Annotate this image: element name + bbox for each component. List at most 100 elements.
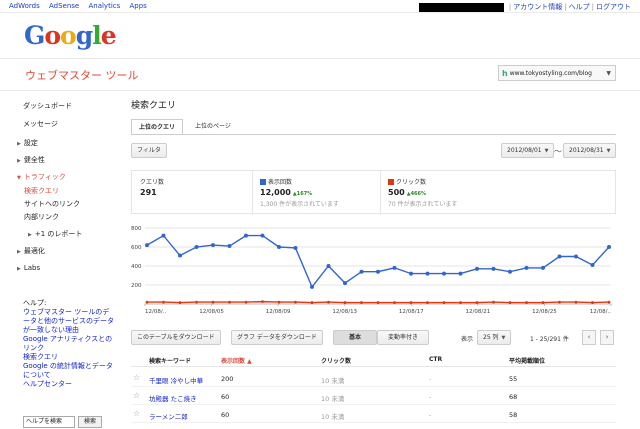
traffic-chart[interactable]: 800 600 400 200 12/08/.. 12/08/05 12/08/09 12/0… [131, 222, 616, 318]
app-title[interactable]: ウェブマスター ツール [25, 67, 139, 83]
apps-link[interactable]: Apps [130, 2, 147, 10]
stat-impressions-value: 12,000 [260, 188, 291, 197]
help-link-search-queries[interactable]: 検索クエリ [23, 353, 115, 362]
data-point-impressions [227, 244, 232, 249]
help-search-input[interactable]: ヘルプを検索 [23, 416, 75, 428]
impressions-note: 1,300 件が表示されています [260, 201, 339, 208]
position-cell: 58 [509, 411, 518, 419]
clicks-note: 70 件が表示されています [388, 201, 458, 208]
next-page-button[interactable]: › [600, 330, 614, 345]
view-basic-button[interactable]: 基本 [333, 330, 377, 345]
help-link-statistics[interactable]: Google の統計情報とデータについて [23, 362, 115, 380]
view-change-button[interactable]: 変動率付き [377, 330, 429, 345]
keyword-link[interactable]: ラーメン二郎 [149, 411, 188, 421]
data-point-impressions [557, 254, 562, 259]
tab-top-queries[interactable]: 上位のクエリ [131, 119, 184, 135]
data-point-clicks [162, 300, 165, 304]
keyword-link[interactable]: 千里眼 冷やし中華 [149, 375, 203, 385]
table-row: ☆ ラーメン二郎 60 10 未満 - 58 [131, 406, 616, 423]
ctr-cell: - [429, 393, 432, 401]
date-from-select[interactable]: 2012/08/01 ▼ [501, 143, 555, 158]
site-selector[interactable]: h www.tokyostyling.com/blog ▼ [498, 65, 616, 81]
download-table-button[interactable]: このテーブルをダウンロード [131, 330, 221, 345]
sidebar-item-plus-one[interactable]: ▶ +1 のレポート [28, 229, 82, 239]
data-point-impressions [475, 266, 479, 271]
table-row: ☆ 千里眼 冷やし中華 200 10 未満 - 55 [131, 370, 616, 387]
sidebar-item-search-queries[interactable]: 検索クエリ [24, 186, 59, 196]
google-logo[interactable]: Google [24, 21, 117, 50]
data-point-impressions [376, 269, 380, 274]
sidebar-item-optimization[interactable]: ▶ 最適化 [17, 246, 45, 256]
star-icon[interactable]: ☆ [133, 373, 140, 382]
sidebar-item-labs[interactable]: ▶ Labs [17, 264, 40, 272]
analytics-link[interactable]: Analytics [88, 2, 120, 10]
filter-button[interactable]: フィルタ [131, 143, 167, 158]
stat-queries-label: クエリ数 [140, 179, 165, 186]
stat-clicks[interactable]: クリック数 500 ▲466% 70 件が表示されています [388, 177, 457, 208]
x-tick-label: 12/08/09 [266, 309, 291, 315]
sidebar-item-settings[interactable]: ▶ 設定 [17, 138, 38, 148]
impressions-checkbox-icon[interactable] [260, 178, 266, 185]
expand-arrow-icon: ▶ [17, 266, 21, 272]
data-point-clicks [475, 301, 479, 304]
sidebar-item-health[interactable]: ▶ 健全性 [17, 155, 45, 165]
date-to-select[interactable]: 2012/08/31 ▼ [563, 143, 617, 158]
star-icon[interactable]: ☆ [133, 391, 140, 400]
adsense-link[interactable]: AdSense [49, 2, 79, 10]
col-impressions[interactable]: 表示回数 ▲ [221, 356, 252, 365]
help-link-analytics[interactable]: Google アナリティクスとのリンク [23, 335, 115, 353]
data-point-clicks [409, 301, 413, 304]
tab-top-pages[interactable]: 上位のページ [188, 119, 238, 135]
help-link[interactable]: ヘルプ [569, 2, 590, 12]
keyword-link[interactable]: 坊殿器 たこ焼き [149, 393, 197, 403]
chevron-right-icon: › [605, 333, 609, 341]
series-line-impressions [146, 234, 610, 289]
help-link-data-mismatch[interactable]: ウェブマスター ツールのデータと他のサービスのデータが一致しない理由 [23, 308, 115, 335]
sidebar-item-links-to-site[interactable]: サイトへのリンク [24, 199, 80, 209]
y-tick-label: 800 [131, 226, 142, 232]
sidebar-item-messages[interactable]: メッセージ [23, 119, 58, 129]
clicks-cell: 10 未満 [321, 395, 345, 403]
chevron-down-icon: ▼ [606, 148, 611, 154]
sidebar-item-dashboard[interactable]: ダッシュボード [23, 101, 72, 111]
expand-arrow-icon: ▶ [17, 249, 21, 255]
clicks-change-badge: ▲466% [406, 191, 427, 197]
x-tick-label: 12/08/.. [145, 309, 166, 315]
data-point-clicks [508, 301, 512, 304]
adwords-link[interactable]: AdWords [9, 2, 40, 10]
star-icon[interactable]: ☆ [133, 409, 140, 418]
col-keyword[interactable]: 検索キーワード [149, 356, 191, 365]
data-point-clicks [541, 301, 545, 304]
x-tick-label: 12/08/17 [399, 309, 424, 315]
col-ctr[interactable]: CTR [429, 356, 442, 363]
data-point-clicks [492, 300, 495, 304]
x-tick-label: 12/08/13 [332, 309, 357, 315]
prev-page-button[interactable]: ‹ [582, 330, 596, 345]
stat-impressions[interactable]: 表示回数 12,000 ▲167% 1,300 件が表示されています [260, 177, 339, 208]
stat-queries: クエリ数 291 [140, 177, 164, 197]
impressions-cell: 200 [221, 375, 234, 383]
chevron-left-icon: ‹ [587, 333, 591, 341]
data-point-clicks [211, 300, 215, 304]
data-point-impressions [178, 253, 182, 258]
data-point-impressions [161, 233, 166, 238]
clicks-checkbox-icon[interactable] [388, 178, 394, 185]
col-clicks[interactable]: クリック数 [321, 356, 351, 365]
account-info-link[interactable]: アカウント情報 [513, 2, 562, 12]
col-position[interactable]: 平均掲載順位 [509, 356, 545, 365]
data-point-impressions [326, 264, 331, 268]
data-point-impressions [607, 245, 611, 249]
x-tick-label: 12/08/25 [532, 309, 557, 315]
clicks-cell: 10 未満 [321, 377, 345, 385]
data-point-clicks [178, 301, 182, 304]
help-search-button[interactable]: 検索 [78, 416, 102, 428]
download-chart-button[interactable]: グラフ データをダウンロード [231, 330, 323, 345]
help-link-help-center[interactable]: ヘルプセンター [23, 380, 115, 389]
sidebar-item-traffic[interactable]: ▼ トラフィック [17, 172, 66, 182]
data-point-clicks [343, 301, 347, 304]
logout-link[interactable]: ログアウト [596, 2, 631, 12]
data-point-clicks [277, 300, 281, 304]
sidebar-item-internal-links[interactable]: 内部リンク [24, 212, 59, 222]
rows-per-page-select[interactable]: 25 列 ▼ [477, 330, 512, 345]
ctr-cell: - [429, 375, 432, 383]
